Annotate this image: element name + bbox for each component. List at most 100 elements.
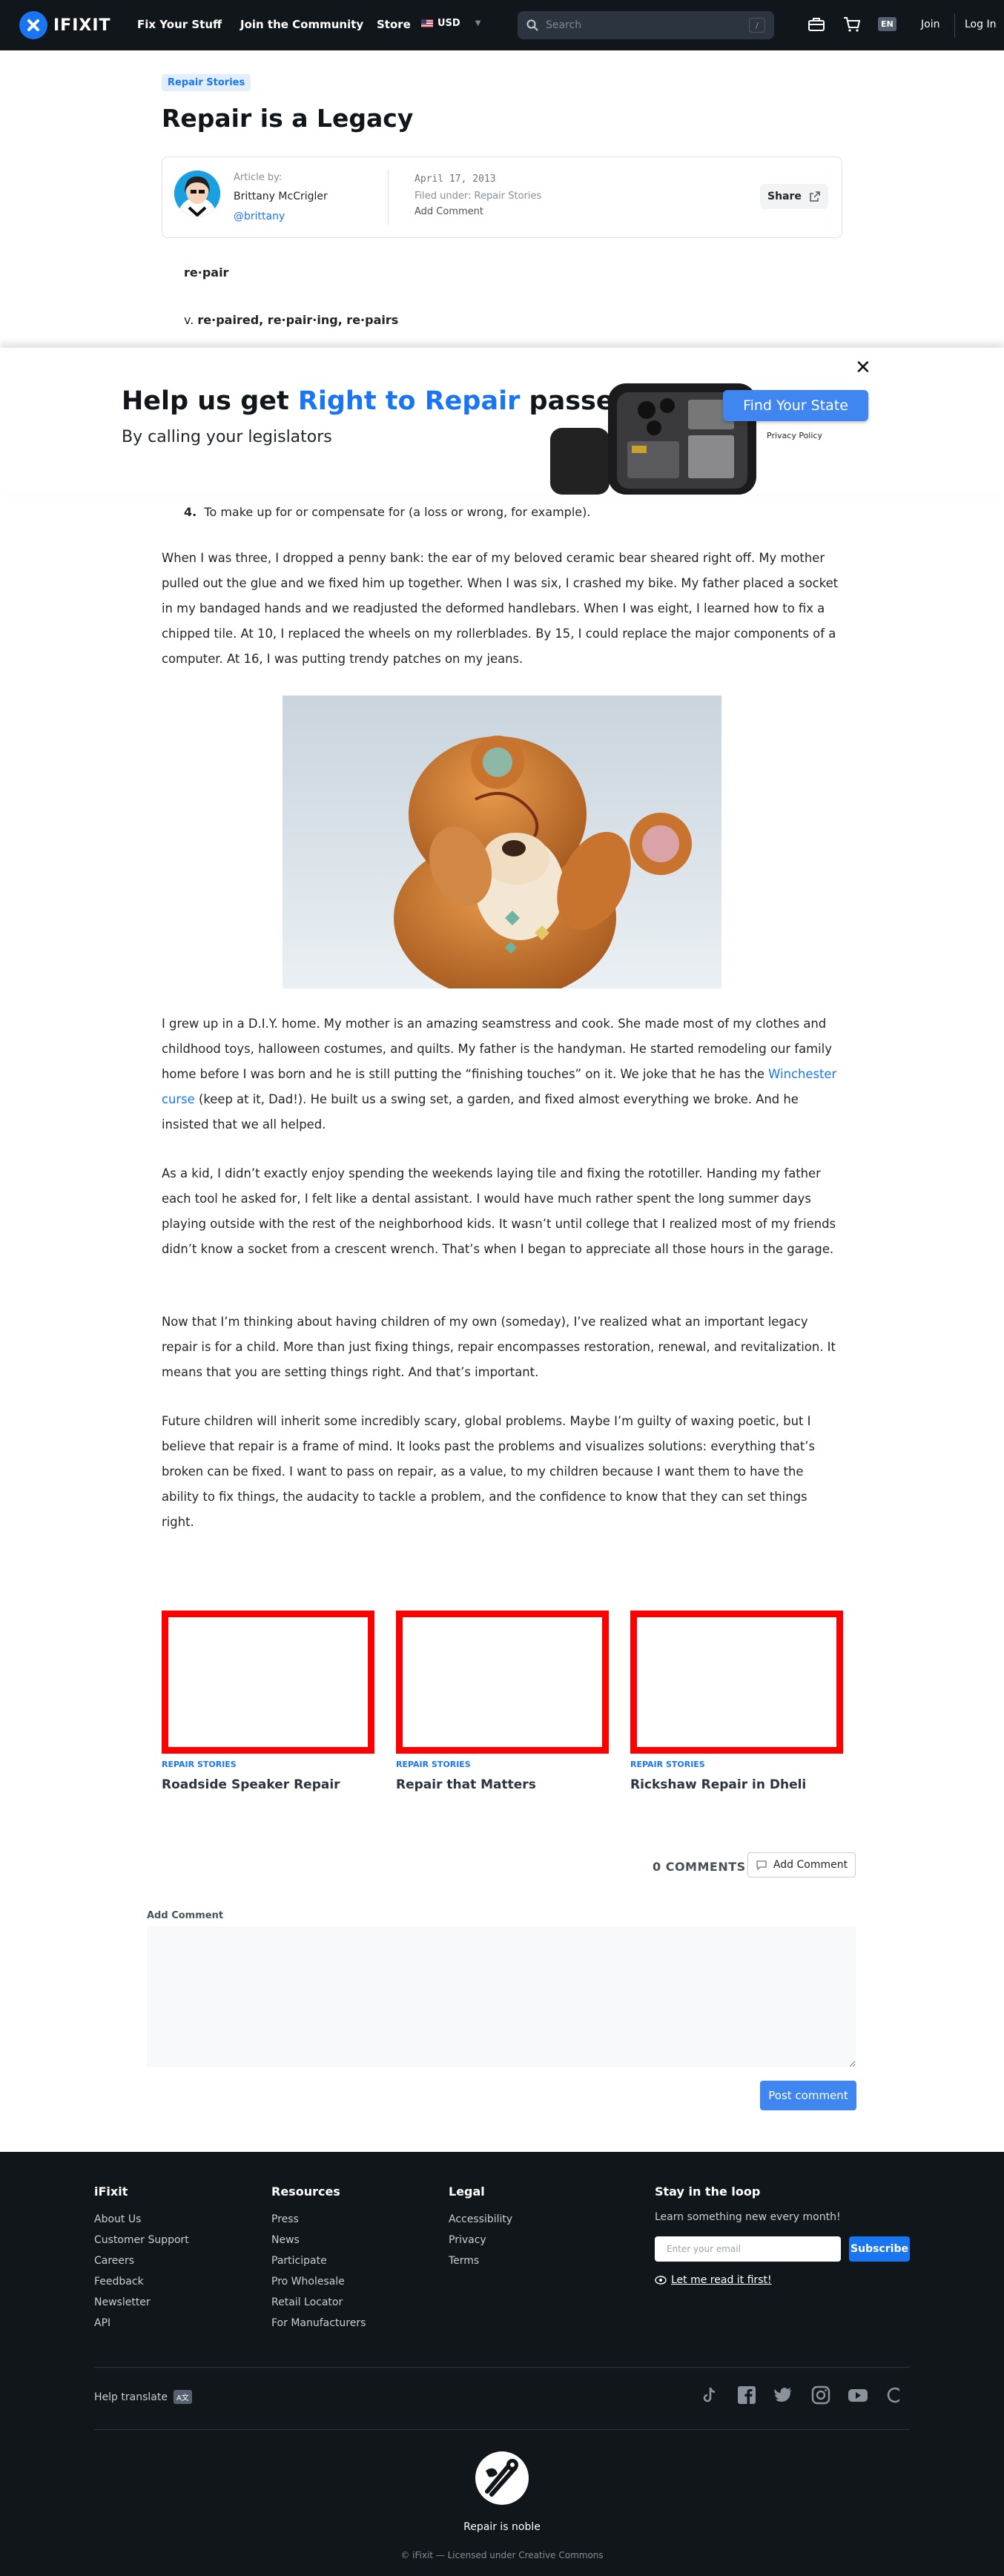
currency-selector[interactable]: USD ▼ (421, 18, 480, 29)
related-card-image[interactable] (630, 1611, 843, 1754)
nav-fix-your-stuff[interactable]: Fix Your Stuff (137, 18, 222, 31)
related-card-tag[interactable]: REPAIR STORIES (630, 1760, 705, 1769)
verb-prefix: v. (184, 313, 194, 327)
footer-link[interactable]: Participate (271, 2255, 327, 2267)
find-your-state-button[interactable]: Find Your State (723, 390, 868, 421)
chevron-down-icon: ▼ (475, 19, 481, 27)
tiktok-icon[interactable] (699, 2385, 720, 2405)
banner-title-highlight: Right to Repair (297, 386, 521, 416)
footer-link[interactable]: Privacy (449, 2234, 486, 2246)
footer-heading-resources: Resources (271, 2184, 340, 2199)
ceramic-bear-image (283, 696, 721, 988)
banner-subtitle: By calling your legislators (122, 428, 332, 446)
read-first-link[interactable]: Let me read it first! (655, 2274, 772, 2286)
read-first-label: Let me read it first! (671, 2274, 772, 2286)
divider (388, 169, 389, 225)
paragraph-text: I grew up in a D.I.Y. home. My mother is… (162, 1017, 832, 1081)
logo-text: IFIXIT (53, 16, 111, 35)
add-comment-label: Add Comment (773, 1859, 848, 1871)
footer-link[interactable]: Newsletter (94, 2296, 151, 2308)
article-paragraph: I grew up in a D.I.Y. home. My mother is… (162, 1011, 842, 1137)
category-tag[interactable]: Repair Stories (162, 74, 251, 91)
author-handle[interactable]: @brittany (234, 211, 285, 222)
currency-label: USD (437, 18, 460, 29)
footer-link[interactable]: Feedback (94, 2276, 144, 2288)
publish-date: April 17, 2013 (415, 174, 496, 185)
newsletter-description: Learn something new every month! (655, 2211, 841, 2223)
filed-label: Filed under: (415, 191, 472, 202)
paragraph-text: (keep at it, Dad!). He built us a swing … (162, 1092, 799, 1132)
post-comment-button[interactable]: Post comment (760, 2081, 856, 2110)
footer-link[interactable]: Terms (449, 2255, 479, 2267)
login-link[interactable]: Log In (965, 19, 996, 30)
language-selector[interactable]: EN (878, 17, 896, 31)
related-card-title[interactable]: Rickshaw Repair in Dheli (630, 1777, 806, 1792)
footer-link[interactable]: Pro Wholesale (271, 2276, 345, 2288)
subscribe-button[interactable]: Subscribe (849, 2236, 910, 2262)
search-shortcut-hint: / (749, 18, 765, 33)
threads-icon[interactable] (885, 2385, 910, 2405)
filed-category-link[interactable]: Repair Stories (475, 191, 542, 202)
share-button[interactable]: Share (760, 184, 828, 209)
article-meta-card: Article by: Brittany McCrigler @brittany… (162, 156, 842, 238)
facebook-icon[interactable] (736, 2385, 757, 2405)
share-label: Share (767, 191, 802, 202)
article-by-label: Article by: (234, 172, 283, 183)
us-flag-icon (421, 19, 433, 27)
related-card-image[interactable] (162, 1611, 374, 1754)
related-card-tag[interactable]: REPAIR STORIES (162, 1760, 237, 1769)
close-icon[interactable]: ✕ (855, 357, 871, 379)
footer-link[interactable]: Retail Locator (271, 2296, 343, 2308)
top-navbar: IFIXIT Fix Your Stuff Join the Community… (0, 0, 1004, 50)
related-card-title[interactable]: Repair that Matters (396, 1777, 536, 1792)
definition-item-4: 4. To make up for or compensate for (a l… (184, 505, 590, 519)
external-link-icon (810, 191, 820, 202)
verb-forms: re·paired, re·pair·ing, re·pairs (197, 313, 399, 327)
email-field[interactable]: Enter your email (655, 2236, 841, 2262)
avatar[interactable] (174, 171, 220, 217)
ifixit-logo[interactable]: IFIXIT (19, 11, 111, 39)
related-card-image[interactable] (396, 1611, 609, 1754)
comment-icon (756, 1860, 767, 1870)
article-paragraph: When I was three, I dropped a penny bank… (162, 551, 839, 666)
footer-link[interactable]: API (94, 2317, 110, 2329)
footer-link[interactable]: For Manufacturers (271, 2317, 366, 2329)
join-link[interactable]: Join (921, 19, 939, 30)
filed-under: Filed under: Repair Stories (415, 191, 541, 202)
comment-textarea[interactable] (147, 1926, 856, 2067)
toolbox-icon[interactable] (808, 16, 825, 33)
add-comment-link[interactable]: Add Comment (415, 206, 483, 217)
nav-join-community[interactable]: Join the Community (240, 18, 363, 31)
related-card-title[interactable]: Roadside Speaker Repair (162, 1777, 340, 1792)
add-comment-button[interactable]: Add Comment (747, 1852, 856, 1877)
footer-divider (94, 2367, 910, 2368)
article-paragraph: Now that I’m thinking about having child… (162, 1315, 836, 1379)
cart-icon[interactable] (843, 16, 861, 33)
definition-verb-forms: v. re·paired, re·pair·ing, re·pairs (184, 313, 398, 327)
help-translate-link[interactable]: Help translate A文 (94, 2390, 192, 2404)
author-name[interactable]: Brittany McCrigler (234, 191, 328, 202)
translate-icon: A文 (173, 2390, 192, 2404)
article-paragraph: As a kid, I didn’t exactly enjoy spendin… (162, 1166, 836, 1256)
item-number: 4. (184, 505, 197, 519)
footer-link[interactable]: Press (271, 2213, 299, 2225)
footer-link[interactable]: Accessibility (449, 2213, 512, 2225)
search-bar[interactable]: Search / (518, 11, 774, 39)
repair-is-noble-logo (475, 2451, 529, 2505)
privacy-policy-link[interactable]: Privacy Policy (767, 431, 822, 440)
footer-link[interactable]: Careers (94, 2255, 134, 2267)
youtube-icon[interactable] (848, 2385, 868, 2405)
add-comment-form-label: Add Comment (147, 1910, 224, 1921)
search-input[interactable]: Search (546, 19, 742, 31)
twitter-icon[interactable] (773, 2385, 794, 2405)
divider (954, 13, 955, 37)
nav-store[interactable]: Store (377, 18, 411, 31)
footer-link[interactable]: About Us (94, 2213, 141, 2225)
related-card-tag[interactable]: REPAIR STORIES (396, 1760, 471, 1769)
ifixit-logo-icon (19, 11, 47, 39)
footer-link[interactable]: Customer Support (94, 2234, 189, 2246)
page-title: Repair is a Legacy (162, 104, 414, 133)
footer-link[interactable]: News (271, 2234, 300, 2246)
right-to-repair-banner: ✕ Help us get Right to Repair passed By … (0, 348, 1004, 495)
instagram-icon[interactable] (810, 2385, 831, 2405)
